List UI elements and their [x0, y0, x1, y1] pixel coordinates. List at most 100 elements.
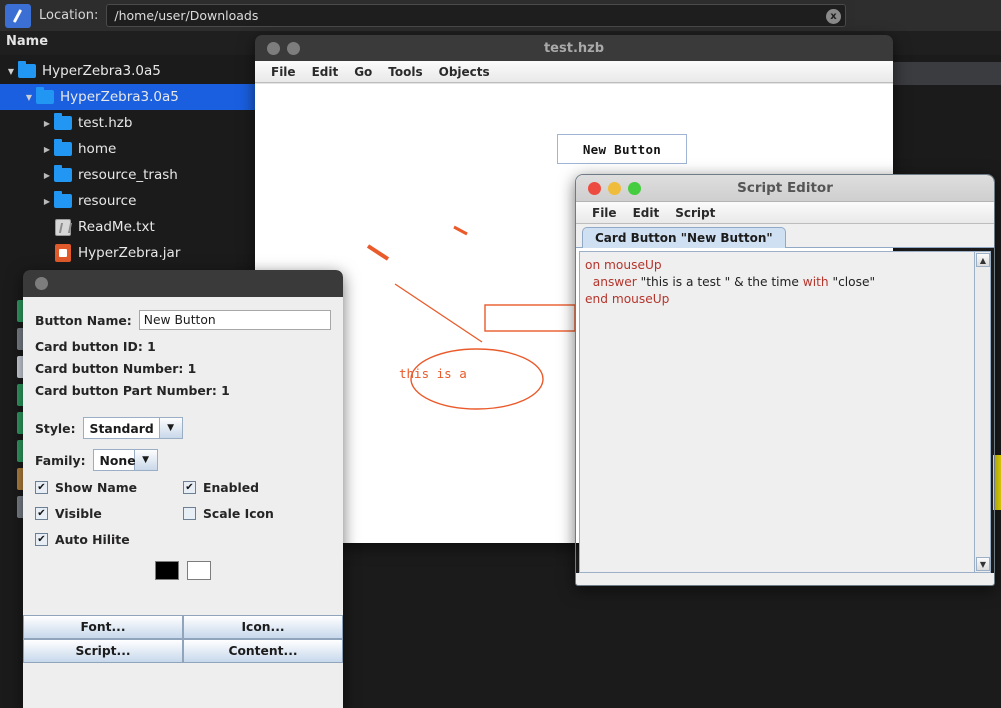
tree-item[interactable]: ▼ HyperZebra3.0a5 — [0, 84, 258, 110]
code-line: on mouseUp — [585, 257, 970, 274]
script-button[interactable]: Script... — [23, 639, 183, 663]
tree-item-label: resource — [78, 193, 137, 209]
checkbox-label: Auto Hilite — [55, 532, 130, 547]
checkmark-icon[interactable]: ✔ — [35, 507, 48, 520]
script-editor-titlebar[interactable]: Script Editor — [576, 175, 994, 202]
button-name-input[interactable]: New Button — [138, 310, 331, 330]
checkbox-enabled[interactable]: ✔ Enabled — [183, 480, 331, 495]
tree-item-label: HyperZebra.jar — [78, 245, 181, 261]
font-button[interactable]: Font... — [23, 615, 183, 639]
close-icon[interactable] — [267, 41, 280, 55]
code-token: "this is a test " & the time — [640, 275, 803, 289]
chevron-right-icon[interactable]: ▶ — [40, 119, 54, 128]
button-properties-body: Button Name: New Button Card button ID: … — [23, 297, 343, 615]
card-menu-go[interactable]: Go — [346, 64, 380, 80]
button-properties-window[interactable]: Button Name: New Button Card button ID: … — [23, 270, 343, 708]
properties-button-row-1[interactable]: Font... Icon... — [23, 615, 343, 639]
code-token: "close" — [832, 275, 876, 289]
properties-button-row-2[interactable]: Script... Content... — [23, 639, 343, 663]
chevron-down-icon[interactable]: ▼ — [4, 67, 18, 76]
script-menu-edit[interactable]: Edit — [625, 205, 668, 221]
tree-item-label: HyperZebra3.0a5 — [42, 63, 161, 79]
option-row: ✔ Visible Scale Icon — [35, 506, 331, 521]
card-menu-file[interactable]: File — [263, 64, 304, 80]
button-name-label: Button Name: — [35, 312, 132, 328]
card-new-button[interactable]: New Button — [557, 134, 687, 164]
tab-card-button[interactable]: Card Button "New Button" — [582, 227, 786, 248]
content-button[interactable]: Content... — [183, 639, 343, 663]
script-editor-menubar[interactable]: File Edit Script — [576, 202, 994, 224]
card-menu-tools[interactable]: Tools — [380, 64, 430, 80]
card-menu-objects[interactable]: Objects — [431, 64, 498, 80]
checkmark-icon[interactable]: ✔ — [35, 481, 48, 494]
tree-item-label: ReadMe.txt — [78, 219, 155, 235]
chevron-right-icon[interactable]: ▶ — [40, 145, 54, 154]
zoom-icon[interactable] — [628, 181, 641, 195]
script-vertical-scrollbar[interactable]: ▲ ▼ — [974, 252, 990, 572]
close-icon[interactable] — [35, 277, 48, 290]
script-code-area[interactable]: on mouseUp answer "this is a test " & th… — [580, 252, 974, 572]
script-menu-file[interactable]: File — [584, 205, 625, 221]
text-file-icon — [55, 218, 71, 236]
jar-file-icon — [55, 244, 71, 262]
checkbox-visible[interactable]: ✔ Visible — [35, 506, 183, 521]
code-line: end mouseUp — [585, 291, 970, 308]
file-tree[interactable]: ▼ HyperZebra3.0a5 ▼ HyperZebra3.0a5 ▶ test.hz… — [0, 58, 258, 266]
color-swatches[interactable] — [35, 561, 331, 580]
foreground-color-swatch[interactable] — [155, 561, 179, 580]
chevron-right-icon[interactable]: ▶ — [40, 171, 54, 180]
tree-item[interactable]: ▶ test.hzb — [0, 110, 258, 136]
tree-item[interactable]: ReadMe.txt — [0, 214, 258, 240]
card-menubar[interactable]: File Edit Go Tools Objects — [255, 61, 893, 83]
location-value: /home/user/Downloads — [114, 8, 259, 23]
checkbox-show-name[interactable]: ✔ Show Name — [35, 480, 183, 495]
card-window-titlebar[interactable]: test.hzb — [255, 35, 893, 61]
checkmark-icon[interactable]: ✔ — [183, 481, 196, 494]
chevron-down-icon[interactable]: ▼ — [159, 417, 183, 439]
chevron-down-icon[interactable]: ▼ — [134, 449, 158, 471]
paint-text: this is a — [399, 366, 467, 381]
checkbox-label: Enabled — [203, 480, 260, 495]
minimize-icon[interactable] — [608, 181, 621, 195]
tree-item[interactable]: ▶ resource — [0, 188, 258, 214]
folder-icon — [54, 191, 72, 208]
checkbox-scale-icon[interactable]: Scale Icon — [183, 506, 331, 521]
location-input[interactable]: /home/user/Downloads x — [106, 4, 846, 27]
card-button-number: Card button Number: 1 — [35, 361, 197, 376]
checkmark-icon[interactable]: ✔ — [35, 533, 48, 546]
style-row: Style: Standard ▼ — [35, 417, 331, 439]
close-icon[interactable] — [588, 181, 601, 195]
pencil-icon[interactable] — [5, 3, 31, 28]
card-menu-edit[interactable]: Edit — [304, 64, 347, 80]
family-label: Family: — [35, 452, 86, 468]
chevron-down-icon[interactable]: ▼ — [22, 93, 36, 102]
checkbox-label: Scale Icon — [203, 506, 274, 521]
tree-item[interactable]: ▶ home — [0, 136, 258, 162]
script-menu-script[interactable]: Script — [667, 205, 723, 221]
icon-button[interactable]: Icon... — [183, 615, 343, 639]
script-editor-window[interactable]: Script Editor File Edit Script Card Button… — [575, 174, 995, 586]
code-line: answer "this is a test " & the time with… — [585, 274, 970, 291]
button-properties-titlebar[interactable] — [23, 270, 343, 297]
style-select[interactable]: Standard ▼ — [82, 417, 183, 439]
chevron-right-icon[interactable]: ▶ — [40, 197, 54, 206]
tree-item[interactable]: ▶ resource_trash — [0, 162, 258, 188]
background-color-swatch[interactable] — [187, 561, 211, 580]
tree-item[interactable]: HyperZebra.jar — [0, 240, 258, 266]
script-editor-footer — [576, 573, 994, 585]
tree-item-label: test.hzb — [78, 115, 133, 131]
style-value: Standard — [82, 417, 160, 439]
tree-item[interactable]: ▼ HyperZebra3.0a5 — [0, 58, 258, 84]
scroll-down-icon[interactable]: ▼ — [976, 557, 990, 571]
scroll-up-icon[interactable]: ▲ — [976, 253, 990, 267]
minimize-icon[interactable] — [287, 41, 300, 55]
folder-icon — [36, 87, 54, 104]
close-icon[interactable]: x — [826, 9, 841, 24]
family-select[interactable]: None ▼ — [92, 449, 158, 471]
file-manager-toolbar: Location: /home/user/Downloads x — [0, 0, 1001, 31]
checkbox-auto-hilite[interactable]: ✔ Auto Hilite — [35, 532, 183, 547]
script-editor-body[interactable]: on mouseUp answer "this is a test " & th… — [579, 251, 991, 573]
empty-checkbox-icon[interactable] — [183, 507, 196, 520]
button-options-group[interactable]: ✔ Show Name ✔ Enabled ✔ Visible Scale Icon ✔ Aut… — [35, 480, 331, 547]
script-editor-tabstrip[interactable]: Card Button "New Button" — [576, 224, 994, 248]
